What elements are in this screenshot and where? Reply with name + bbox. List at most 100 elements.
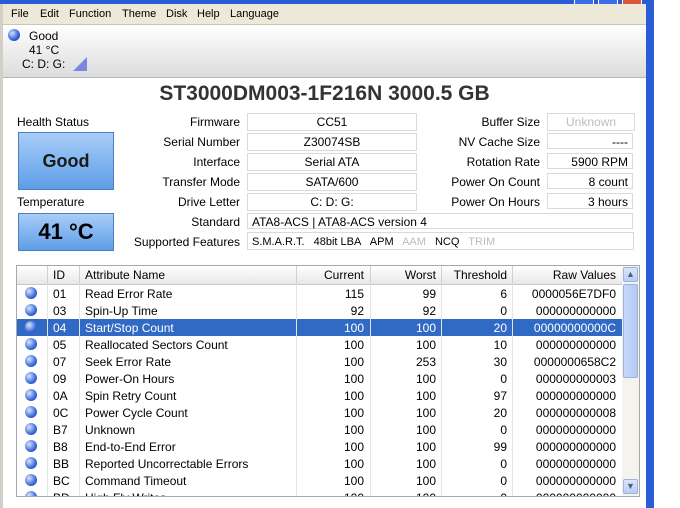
menu-theme[interactable]: Theme bbox=[122, 8, 156, 20]
temperature-label: Temperature bbox=[17, 195, 85, 209]
power-on-hours-label: Power On Hours bbox=[451, 195, 540, 209]
cell-id: 0C bbox=[53, 406, 69, 420]
cell-current: 100 bbox=[343, 474, 364, 488]
table-row[interactable]: 03 Spin-Up Time 92 92 0 000000000000 bbox=[17, 302, 622, 319]
table-row[interactable]: B8 End-to-End Error 100 100 99 000000000000 bbox=[17, 438, 622, 455]
table-row[interactable]: 05 Reallocated Sectors Count 100 100 10 00000… bbox=[17, 336, 622, 353]
cell-raw-value: 000000000000 bbox=[535, 389, 616, 403]
cell-threshold: 30 bbox=[493, 355, 507, 369]
cell-attribute-name: Command Timeout bbox=[85, 474, 187, 488]
cell-threshold: 99 bbox=[493, 440, 507, 454]
interface-label: Interface bbox=[193, 155, 240, 169]
table-row[interactable]: 01 Read Error Rate 115 99 6 0000056E7DF0 bbox=[17, 285, 622, 302]
column-attribute-name[interactable]: Attribute Name bbox=[85, 268, 165, 282]
table-row[interactable]: BB Reported Uncorrectable Errors 100 100 0 00… bbox=[17, 455, 622, 472]
cell-current: 100 bbox=[343, 355, 364, 369]
column-current[interactable]: Current bbox=[296, 268, 364, 282]
cell-threshold: 20 bbox=[493, 321, 507, 335]
menu-language[interactable]: Language bbox=[230, 8, 279, 20]
cell-id: 03 bbox=[53, 304, 67, 318]
cell-raw-value: 000000000000 bbox=[535, 440, 616, 454]
nv-cache-size-label: NV Cache Size bbox=[458, 135, 540, 149]
table-row[interactable]: B7 Unknown 100 100 0 000000000000 bbox=[17, 421, 622, 438]
table-row[interactable]: BDHigh Fly Writes1001000000000000000 bbox=[17, 489, 622, 496]
column-id[interactable]: ID bbox=[53, 268, 65, 282]
scroll-thumb[interactable] bbox=[623, 284, 638, 378]
cell-id: B8 bbox=[53, 440, 68, 454]
menu-function[interactable]: Function bbox=[69, 8, 111, 20]
table-row[interactable]: 07 Seek Error Rate 100 253 30 0000000658C2 bbox=[17, 353, 622, 370]
status-ball-icon bbox=[25, 474, 37, 486]
cell-current: 100 bbox=[343, 321, 364, 335]
cell-attribute-name: Power Cycle Count bbox=[85, 406, 188, 420]
menu-disk[interactable]: Disk bbox=[166, 8, 187, 20]
cell-current: 100 bbox=[343, 406, 364, 420]
scroll-down-icon[interactable]: ▼ bbox=[623, 479, 638, 494]
table-row[interactable]: 09 Power-On Hours 100 100 0 000000000003 bbox=[17, 370, 622, 387]
firmware-label: Firmware bbox=[190, 115, 240, 129]
cell-current: 92 bbox=[350, 304, 364, 318]
feature-aam: AAM bbox=[402, 236, 426, 248]
cell-threshold: 0 bbox=[500, 423, 507, 437]
standard-label: Standard bbox=[191, 215, 240, 229]
cell-id: 09 bbox=[53, 372, 67, 386]
status-ball-icon bbox=[25, 389, 37, 401]
cell-worst: 253 bbox=[415, 355, 436, 369]
cell-raw-value: 0000000658C2 bbox=[533, 355, 616, 369]
main-panel: ST3000DM003-1F216N 3000.5 GB Health Stat… bbox=[3, 78, 646, 508]
temperature-button[interactable]: 41 °C bbox=[18, 213, 114, 251]
vertical-scrollbar[interactable]: ▲ ▼ bbox=[622, 266, 639, 496]
cell-threshold: 97 bbox=[493, 389, 507, 403]
cell-current: 100 bbox=[343, 423, 364, 437]
cell-worst: 92 bbox=[422, 304, 436, 318]
cell-attribute-name: Unknown bbox=[85, 423, 136, 437]
feature-48bit-lba: 48bit LBA bbox=[313, 236, 362, 248]
column-threshold[interactable]: Threshold bbox=[441, 268, 507, 282]
transfer-mode-label: Transfer Mode bbox=[162, 175, 240, 189]
status-ball-icon bbox=[25, 406, 37, 418]
rotation-rate-label: Rotation Rate bbox=[466, 155, 540, 169]
feature-ncq: NCQ bbox=[434, 236, 460, 248]
table-row[interactable]: 0C Power Cycle Count 100 100 20 000000000008 bbox=[17, 404, 622, 421]
menu-edit[interactable]: Edit bbox=[40, 8, 59, 20]
column-worst[interactable]: Worst bbox=[370, 268, 436, 282]
table-row[interactable]: 0A Spin Retry Count 100 100 97 000000000000 bbox=[17, 387, 622, 404]
health-status-button[interactable]: Good bbox=[18, 132, 114, 190]
status-ball-icon bbox=[25, 423, 37, 435]
cell-threshold: 0 bbox=[500, 372, 507, 386]
cell-current: 115 bbox=[344, 287, 364, 301]
status-ball-icon bbox=[25, 287, 37, 299]
drive-selector-bar: Good 41 °C C: D: G: bbox=[3, 25, 646, 78]
firmware-value: CC51 bbox=[247, 113, 417, 131]
cell-current: 100 bbox=[296, 491, 364, 496]
menu-help[interactable]: Help bbox=[197, 8, 220, 20]
menu-file[interactable]: File bbox=[11, 8, 29, 20]
scroll-up-icon[interactable]: ▲ bbox=[623, 267, 638, 282]
model-title: ST3000DM003-1F216N 3000.5 GB bbox=[159, 82, 490, 105]
standard-value: ATA8-ACS | ATA8-ACS version 4 bbox=[247, 213, 633, 229]
table-row[interactable]: 04 Start/Stop Count 100 100 20 00000000000C bbox=[17, 319, 622, 336]
cell-raw-value: 0000056E7DF0 bbox=[531, 287, 616, 301]
table-row[interactable]: BC Command Timeout 100 100 0 000000000000 bbox=[17, 472, 622, 489]
feature-smart: S.M.A.R.T. bbox=[252, 236, 305, 248]
cell-threshold: 0 bbox=[500, 457, 507, 471]
drive-letter-value: C: D: G: bbox=[247, 193, 417, 211]
cell-attribute-name: Spin-Up Time bbox=[85, 304, 158, 318]
cell-worst: 100 bbox=[415, 423, 436, 437]
cell-threshold: 10 bbox=[493, 338, 507, 352]
power-on-hours-value: 3 hours bbox=[547, 193, 633, 209]
cell-worst: 100 bbox=[415, 406, 436, 420]
cell-worst: 100 bbox=[415, 389, 436, 403]
cell-id: BD bbox=[53, 491, 77, 496]
column-raw-values[interactable]: Raw Values bbox=[512, 268, 616, 282]
buffer-size-label: Buffer Size bbox=[481, 115, 540, 129]
cell-id: 05 bbox=[53, 338, 67, 352]
drive-button[interactable]: Good 41 °C C: D: G: bbox=[3, 25, 93, 75]
cell-attribute-name: Power-On Hours bbox=[85, 372, 175, 386]
supported-features-label: Supported Features bbox=[133, 235, 240, 249]
cell-current: 100 bbox=[343, 457, 364, 471]
cell-worst: 100 bbox=[415, 321, 436, 335]
cell-raw-value: 000000000000 bbox=[535, 304, 616, 318]
cell-raw-value: 000000000008 bbox=[535, 406, 616, 420]
cell-worst: 100 bbox=[415, 457, 436, 471]
